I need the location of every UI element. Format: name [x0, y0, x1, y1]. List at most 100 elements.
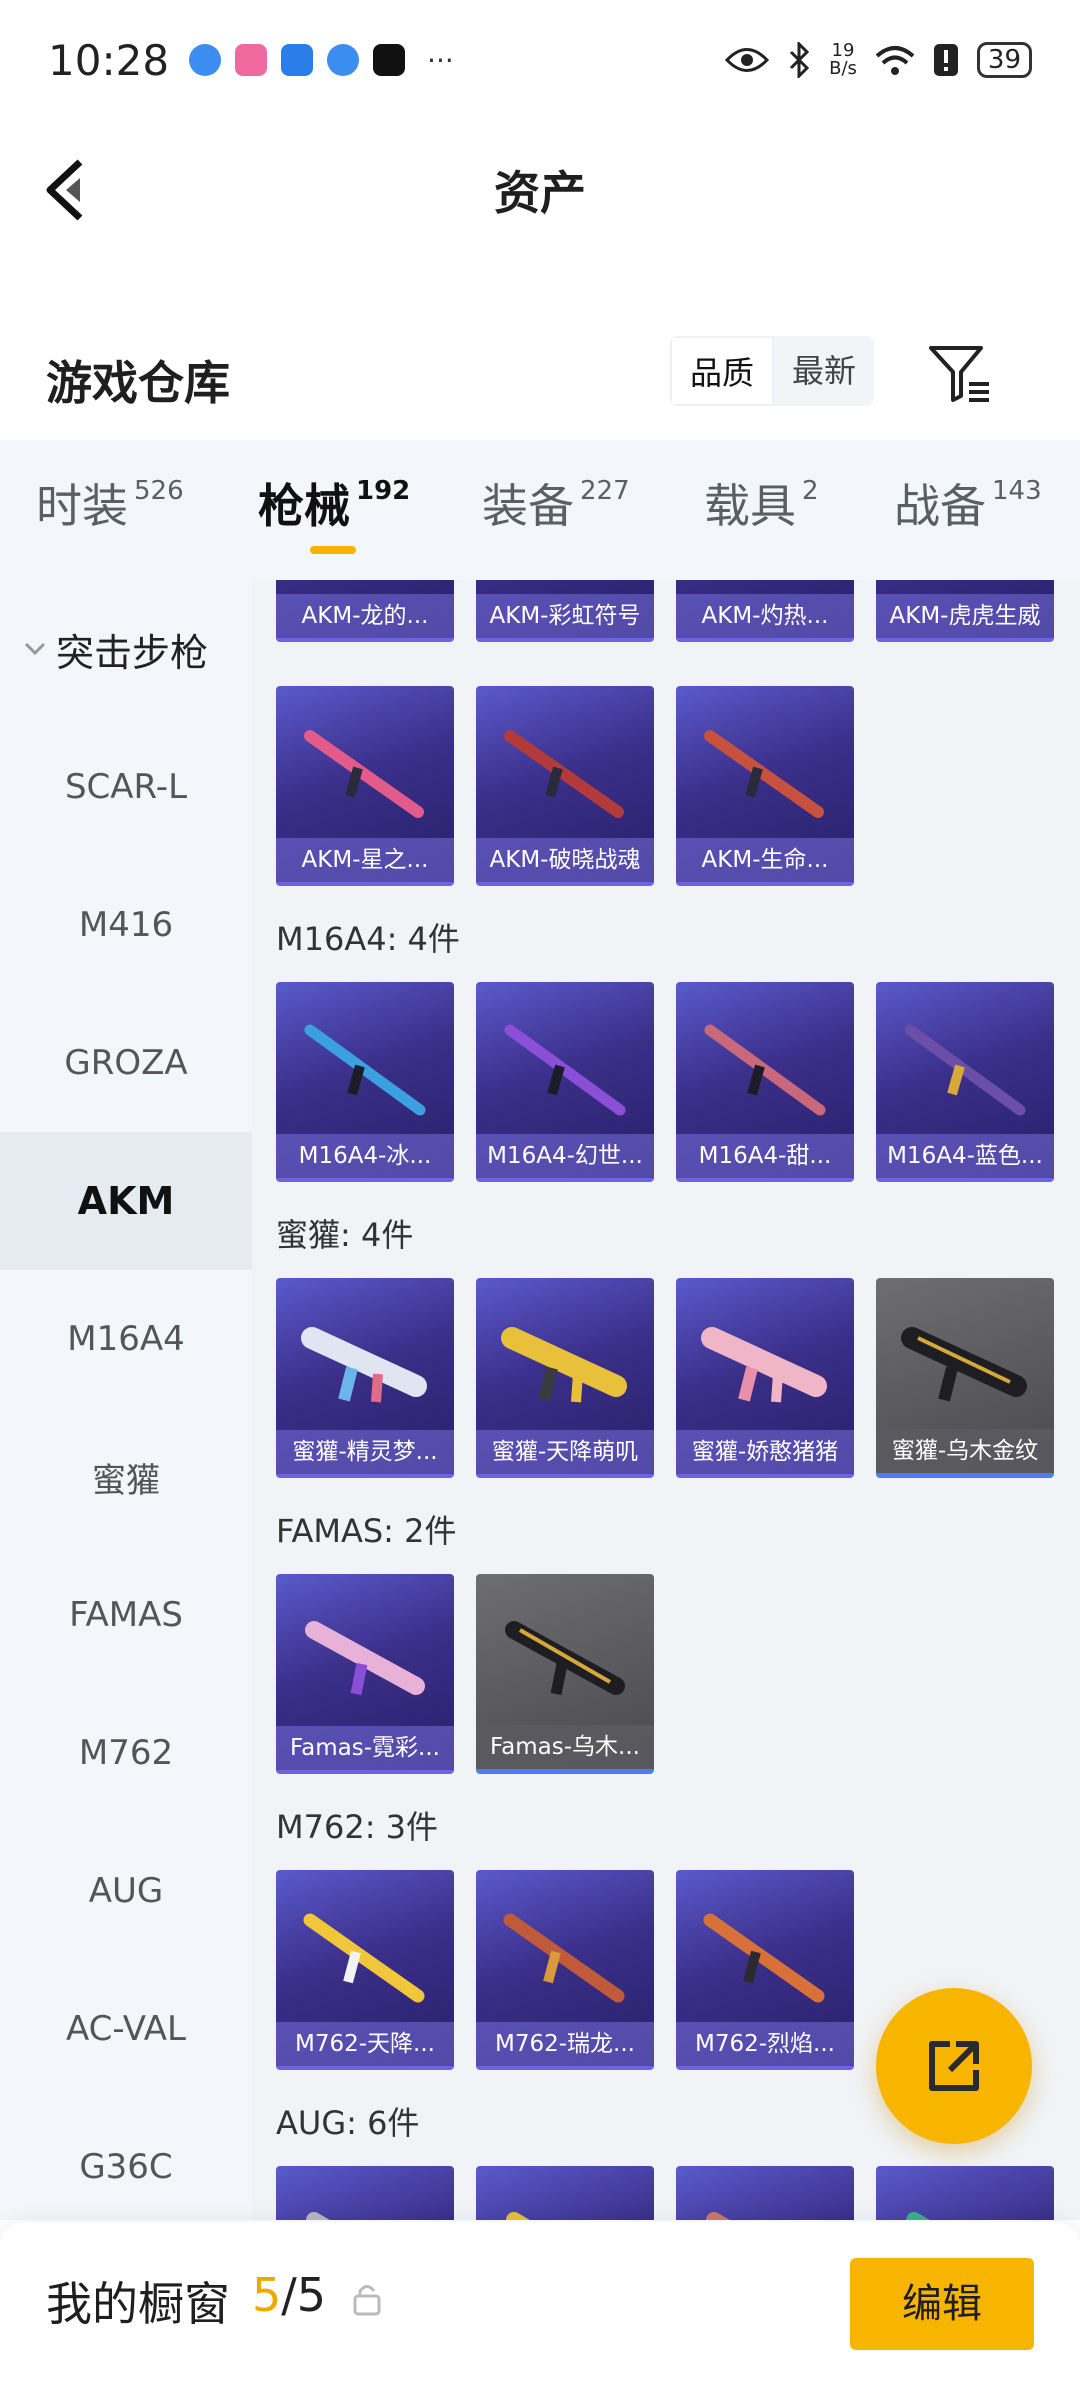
weapon-card[interactable]: M16A4-冰...: [276, 982, 454, 1182]
showcase-count-current: 5: [252, 2268, 282, 2322]
weapon-card[interactable]: Famas-霓彩...: [276, 1574, 454, 1774]
weapon-card[interactable]: 蜜獾-精灵梦...: [276, 1278, 454, 1478]
sidebar-item-groza[interactable]: GROZA: [0, 994, 252, 1132]
section-label-m762: M762: 3件: [276, 1808, 439, 1846]
weapon-card[interactable]: 蜜獾-娇憨猪猪: [676, 1278, 854, 1478]
weapon-card[interactable]: AKM-彩虹符号: [476, 580, 654, 642]
rifle-skin-icon: [704, 730, 824, 818]
sidebar-item-aug[interactable]: AUG: [0, 1822, 252, 1960]
weapon-card-name: Famas-乌木...: [476, 1725, 654, 1769]
sidebar-group-label: 突击步枪: [56, 630, 209, 675]
weapon-card[interactable]: 蜜獾-乌木金纹: [876, 1278, 1054, 1478]
showcase-count-total: /5: [281, 2268, 327, 2322]
rifle-skin-icon: [305, 1621, 425, 1696]
rifle-skin-icon: [703, 1913, 825, 2003]
weapon-card-name: AKM-虎虎生威: [876, 594, 1054, 638]
weapon-card[interactable]: [276, 2166, 454, 2220]
rifle-skin-icon: [898, 580, 1032, 582]
weapon-card-name: Famas-霓彩...: [276, 1726, 454, 1770]
bluetooth-icon: [790, 42, 810, 78]
sidebar-item-ac-val[interactable]: AC-VAL: [0, 1960, 252, 2098]
weapon-card[interactable]: 蜜獾-天降萌叽: [476, 1278, 654, 1478]
weapon-card[interactable]: AKM-星之...: [276, 686, 454, 886]
weapon-card[interactable]: M16A4-幻世...: [476, 982, 654, 1182]
rifle-skin-icon: [298, 580, 432, 582]
rifle-skin-icon: [506, 2212, 530, 2220]
section-label-honey-badger: 蜜獾: 4件: [276, 1216, 414, 1254]
tab-count: 143: [992, 476, 1042, 506]
weapon-card-name: AKM-龙的...: [276, 594, 454, 638]
weapon-card[interactable]: M762-烈焰...: [676, 1870, 854, 2070]
weapon-card[interactable]: AKM-龙的...: [276, 580, 454, 642]
tab-fashion[interactable]: 时装 526: [36, 470, 184, 536]
tab-label: 枪械: [258, 479, 350, 533]
tab-label: 战备: [894, 479, 986, 533]
external-link-icon: [929, 2041, 979, 2091]
eye-icon: [725, 48, 770, 72]
weapon-card[interactable]: [876, 2166, 1054, 2220]
weapon-card-name: M762-烈焰...: [676, 2022, 854, 2066]
tab-guns[interactable]: 枪械 192: [258, 470, 410, 536]
tab-label: 载具: [704, 479, 796, 533]
tab-equipment[interactable]: 装备 227: [482, 470, 630, 536]
sidebar-item-honey-badger[interactable]: 蜜獾: [0, 1408, 252, 1546]
sidebar-item-famas[interactable]: FAMAS: [0, 1546, 252, 1684]
section-label-m16a4: M16A4: 4件: [276, 920, 460, 958]
bluetooth-app-icon: [281, 44, 314, 76]
lock-icon: [353, 2285, 381, 2316]
wifi-icon: [875, 46, 915, 75]
page-title: 资产: [494, 166, 586, 220]
rifle-skin-icon: [303, 1913, 425, 2003]
rifle-skin-icon: [706, 2212, 730, 2220]
weapon-card[interactable]: [676, 2166, 854, 2220]
tab-supplies[interactable]: 战备 143: [894, 470, 1042, 536]
weapon-card[interactable]: AKM-生命...: [676, 686, 854, 886]
bilibili-icon: [235, 44, 268, 76]
tab-vehicles[interactable]: 载具 2: [704, 470, 819, 536]
sidebar-item-m762[interactable]: M762: [0, 1684, 252, 1822]
rifle-skin-icon: [698, 580, 832, 582]
sidebar-item-scar-l[interactable]: SCAR-L: [0, 718, 252, 856]
weapon-card[interactable]: M16A4-蓝色...: [876, 982, 1054, 1182]
sidebar-item-m16a4[interactable]: M16A4: [0, 1270, 252, 1408]
weapon-card[interactable]: [476, 2166, 654, 2220]
weapon-card-name: 蜜獾-乌木金纹: [876, 1429, 1054, 1473]
edit-button[interactable]: 编辑: [850, 2258, 1034, 2350]
tab-count: 526: [134, 476, 184, 506]
sort-toggle: 品质 最新: [670, 336, 875, 406]
app-notification-icon: [189, 44, 222, 76]
rifle-skin-icon: [505, 1621, 625, 1696]
sidebar-item-akm[interactable]: AKM: [0, 1132, 252, 1270]
rifle-skin-icon: [906, 2212, 930, 2220]
sort-latest-button[interactable]: 最新: [774, 336, 874, 406]
weapon-grid: AKM-龙的... AKM-彩虹符号 AKM-灼热... AKM-虎虎生威 AK…: [252, 580, 1080, 2220]
share-button[interactable]: [876, 1988, 1032, 2144]
net-speed: 19 B/s: [829, 42, 857, 78]
weapon-card[interactable]: AKM-灼热...: [676, 580, 854, 642]
rifle-skin-icon: [704, 1024, 826, 1116]
weapon-card[interactable]: M762-瑞龙...: [476, 1870, 654, 2070]
sidebar-item-g36c[interactable]: G36C: [0, 2098, 252, 2236]
sidebar-item-m416[interactable]: M416: [0, 856, 252, 994]
weapon-card[interactable]: Famas-乌木...: [476, 1574, 654, 1774]
smg-skin-icon: [701, 1327, 827, 1403]
back-arrow-icon[interactable]: [40, 158, 100, 222]
weapon-card[interactable]: M16A4-甜...: [676, 982, 854, 1182]
sort-quality-button[interactable]: 品质: [670, 336, 775, 406]
weapon-card[interactable]: M762-天降...: [276, 1870, 454, 2070]
status-time: 10:28: [48, 35, 170, 85]
tab-label: 时装: [36, 479, 128, 533]
rifle-skin-icon: [904, 1024, 1026, 1116]
weapon-card-name: AKM-彩虹符号: [476, 594, 654, 638]
weapon-sidebar: 突击步枪 SCAR-L M416 GROZA AKM M16A4 蜜獾 FAMA…: [0, 580, 252, 2220]
chevron-down-icon: [24, 642, 46, 656]
weapon-card[interactable]: AKM-虎虎生威: [876, 580, 1054, 642]
more-notifications-icon: ···: [427, 43, 454, 77]
app-notification-icon: [327, 44, 360, 76]
weapon-card-name: M762-瑞龙...: [476, 2022, 654, 2066]
weapon-card[interactable]: AKM-破晓战魂: [476, 686, 654, 886]
weapon-card-name: AKM-灼热...: [676, 594, 854, 638]
filter-icon[interactable]: [925, 338, 995, 408]
weapon-card-name: AKM-星之...: [276, 838, 454, 882]
sidebar-group-assault-rifles[interactable]: 突击步枪: [0, 580, 252, 718]
